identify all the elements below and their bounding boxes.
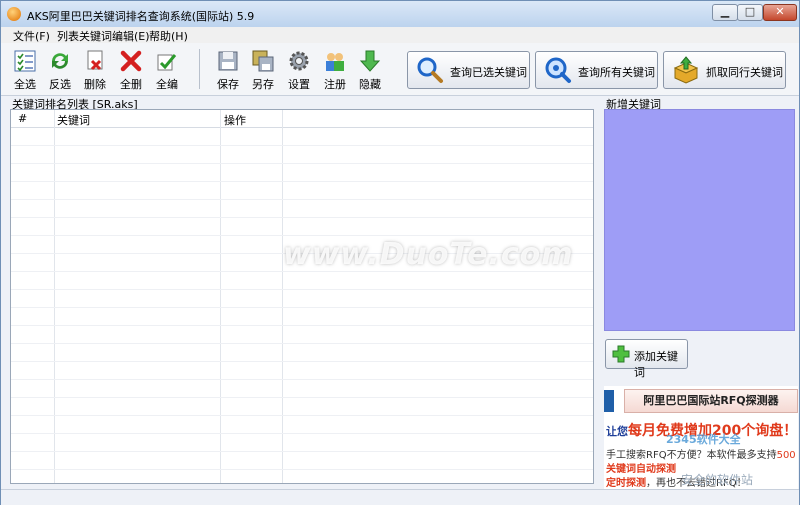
register-button[interactable]: 注册 bbox=[319, 47, 351, 93]
delete-doc-icon bbox=[87, 50, 103, 71]
magnifier-icon bbox=[417, 57, 443, 83]
register-label: 注册 bbox=[324, 78, 346, 91]
table-row-line bbox=[11, 145, 593, 146]
ad-title: 阿里巴巴国际站RFQ探测器 bbox=[624, 389, 798, 413]
menu-edit-list[interactable]: 列表关键词编辑(E) bbox=[57, 28, 150, 44]
table-row-line bbox=[11, 451, 593, 452]
table-row-line bbox=[11, 397, 593, 398]
users-icon bbox=[326, 53, 344, 71]
add-keyword-button[interactable]: 添加关键词 bbox=[605, 339, 688, 379]
query-selected-button[interactable]: 查询已选关键词 bbox=[407, 51, 530, 89]
add-keyword-label: 添加关键词 bbox=[634, 350, 678, 379]
save-button[interactable]: 保存 bbox=[212, 47, 244, 93]
select-all-label: 全选 bbox=[14, 78, 36, 91]
edit-check-icon bbox=[157, 54, 177, 71]
table-row-line bbox=[11, 199, 593, 200]
save-as-label: 另存 bbox=[252, 78, 274, 91]
list-header: # 关键词 操作 bbox=[11, 110, 593, 128]
table-row-line bbox=[11, 289, 593, 290]
refresh-icon bbox=[52, 53, 68, 69]
table-row-line bbox=[11, 361, 593, 362]
settings-button[interactable]: 设置 bbox=[283, 47, 315, 93]
title-bar: AKS阿里巴巴关键词排名查询系统(国际站) 5.9 ▁ □ ✕ bbox=[1, 1, 799, 27]
menu-bar: 文件(F) 列表关键词编辑(E) 帮助(H) bbox=[1, 27, 799, 43]
column-header-index[interactable]: # bbox=[18, 112, 27, 125]
hide-label: 隐藏 bbox=[359, 78, 381, 91]
table-row-line bbox=[11, 307, 593, 308]
delete-label: 删除 bbox=[84, 78, 106, 91]
checklist-icon bbox=[14, 50, 36, 72]
table-row-line bbox=[11, 181, 593, 182]
table-row-line bbox=[11, 433, 593, 434]
query-all-button[interactable]: 查询所有关键词 bbox=[535, 51, 658, 89]
query-all-label: 查询所有关键词 bbox=[578, 66, 655, 79]
ad-line-2-number: 500 bbox=[776, 450, 796, 461]
invert-label: 反选 bbox=[49, 78, 71, 91]
query-selected-label: 查询已选关键词 bbox=[450, 66, 527, 79]
box-upload-icon bbox=[673, 56, 699, 84]
table-row-line bbox=[11, 469, 593, 470]
table-row-line bbox=[11, 217, 593, 218]
table-row-line bbox=[11, 325, 593, 326]
toolbar-separator bbox=[199, 49, 200, 89]
table-row-line bbox=[11, 235, 593, 236]
keyword-ranking-list[interactable]: # 关键词 操作 bbox=[10, 109, 594, 484]
ad-headline-prefix: 让您 bbox=[606, 425, 628, 438]
plus-icon bbox=[612, 345, 630, 363]
new-keyword-input-area[interactable] bbox=[604, 109, 795, 331]
close-button[interactable]: ✕ bbox=[763, 4, 797, 21]
fetch-peer-keywords-label: 抓取同行关键词 bbox=[706, 66, 783, 79]
window-title: AKS阿里巴巴关键词排名查询系统(国际站) 5.9 bbox=[27, 10, 255, 23]
column-divider bbox=[220, 110, 221, 483]
edit-all-button[interactable]: 全编 bbox=[151, 47, 183, 93]
table-row-line bbox=[11, 343, 593, 344]
column-divider bbox=[282, 110, 283, 483]
save-label: 保存 bbox=[217, 78, 239, 91]
column-header-action[interactable]: 操作 bbox=[224, 112, 246, 128]
delete-all-label: 全删 bbox=[120, 78, 142, 91]
gear-icon bbox=[289, 51, 309, 71]
delete-all-button[interactable]: 全删 bbox=[115, 47, 147, 93]
hide-button[interactable]: 隐藏 bbox=[354, 47, 386, 93]
globe-search-icon bbox=[545, 57, 571, 83]
table-row-line bbox=[11, 415, 593, 416]
toolbar: 全选 反选 删除 全删 全编 保存 另存 设置 注册 隐藏 查询已选关键词 查询… bbox=[1, 43, 799, 96]
invert-selection-button[interactable]: 反选 bbox=[44, 47, 76, 93]
site-2345-watermark: 2345软件大全 bbox=[666, 433, 741, 446]
table-row-line bbox=[11, 163, 593, 164]
duote-watermark: www.DuoTe.com bbox=[283, 237, 574, 272]
minimize-button[interactable]: ▁ bbox=[712, 4, 738, 21]
safe-software-watermark: 安全的软件站 bbox=[681, 473, 754, 487]
app-window: AKS阿里巴巴关键词排名查询系统(国际站) 5.9 ▁ □ ✕ 文件(F) 列表… bbox=[0, 0, 800, 505]
table-row-line bbox=[11, 379, 593, 380]
floppy-icon bbox=[218, 51, 238, 71]
down-arrow-icon bbox=[359, 50, 381, 72]
ad-line-4-highlight: 定时探测 bbox=[606, 478, 646, 489]
app-logo-icon bbox=[7, 7, 21, 21]
delete-button[interactable]: 删除 bbox=[79, 47, 111, 93]
edit-all-label: 全编 bbox=[156, 78, 178, 91]
save-as-icon bbox=[252, 50, 274, 72]
menu-help[interactable]: 帮助(H) bbox=[149, 28, 188, 44]
maximize-button[interactable]: □ bbox=[737, 4, 763, 21]
column-divider bbox=[54, 110, 55, 483]
menu-file[interactable]: 文件(F) bbox=[13, 28, 50, 44]
ad-line-3: 关键词自动探测 bbox=[606, 464, 676, 475]
column-header-keyword[interactable]: 关键词 bbox=[57, 112, 90, 128]
save-as-button[interactable]: 另存 bbox=[247, 47, 279, 93]
settings-label: 设置 bbox=[288, 78, 310, 91]
ad-accent-bar bbox=[604, 390, 614, 412]
ad-line-2: 手工搜索RFQ不方便？本软件最多支持500 bbox=[606, 446, 796, 461]
fetch-peer-keywords-button[interactable]: 抓取同行关键词 bbox=[663, 51, 786, 89]
status-bar bbox=[1, 489, 799, 505]
select-all-button[interactable]: 全选 bbox=[9, 47, 41, 93]
red-x-icon bbox=[120, 50, 142, 72]
